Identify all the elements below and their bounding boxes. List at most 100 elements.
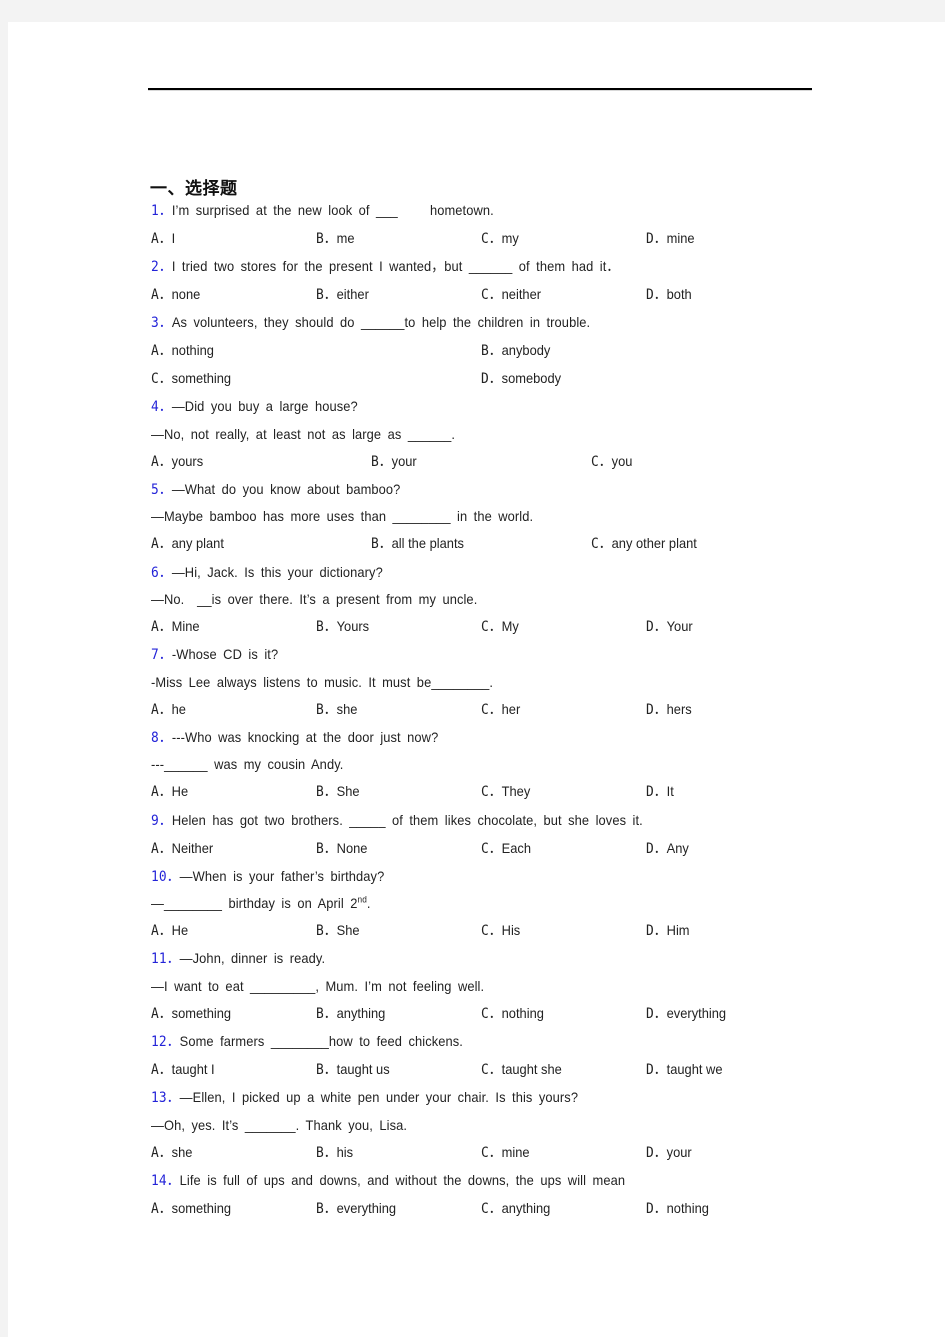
question-number: 1． — [151, 203, 172, 219]
question-text: —When is your father’s birthday? — [179, 868, 385, 884]
answer-option-b[interactable]: B．She — [316, 782, 360, 801]
answer-option-b[interactable]: B．anybody — [481, 341, 550, 360]
question-dialogue-line: —Maybe bamboo has more uses than _______… — [151, 507, 533, 525]
option-letter: B． — [316, 287, 337, 303]
option-text: anything — [501, 1200, 551, 1216]
option-text: you — [611, 453, 633, 469]
answer-option-c[interactable]: C．anything — [481, 1199, 550, 1218]
option-text: her — [501, 701, 521, 717]
answer-option-b[interactable]: B．anything — [316, 1004, 385, 1023]
question-number: 10． — [151, 869, 180, 885]
option-text: yours — [171, 453, 204, 469]
option-letter: B． — [316, 841, 337, 857]
answer-option-b[interactable]: B．his — [316, 1143, 353, 1162]
option-letter: C． — [591, 454, 612, 470]
answer-option-c[interactable]: C．My — [481, 617, 519, 636]
answer-option-a[interactable]: A．he — [151, 700, 186, 719]
option-text: Each — [501, 840, 532, 856]
answer-option-c[interactable]: C．taught she — [481, 1060, 562, 1079]
answer-option-a[interactable]: A．something — [151, 1004, 231, 1023]
answer-option-d[interactable]: D．Your — [646, 617, 693, 636]
answer-option-b[interactable]: B．your — [371, 452, 417, 471]
answer-option-c[interactable]: C．something — [151, 369, 231, 388]
option-letter: D． — [481, 371, 502, 387]
answer-option-d[interactable]: D．both — [646, 285, 692, 304]
answer-option-c[interactable]: C．her — [481, 700, 520, 719]
answer-option-c[interactable]: C．Each — [481, 839, 531, 858]
answer-option-c[interactable]: C．any other plant — [591, 534, 697, 553]
question-text: —What do you know about bamboo? — [171, 481, 401, 497]
option-letter: C． — [481, 702, 502, 718]
answer-option-c[interactable]: C．mine — [481, 1143, 530, 1162]
answer-option-d[interactable]: D．hers — [646, 700, 692, 719]
answer-option-a[interactable]: A．Neither — [151, 839, 213, 858]
answer-option-b[interactable]: B．taught us — [316, 1060, 390, 1079]
question-text: —Maybe bamboo has more uses than _______… — [151, 508, 534, 524]
question-number: 8． — [151, 730, 172, 746]
answer-option-a[interactable]: A．taught I — [151, 1060, 215, 1079]
answer-option-c[interactable]: C．neither — [481, 285, 541, 304]
option-letter: D． — [646, 619, 667, 635]
answer-option-a[interactable]: A．He — [151, 921, 188, 940]
option-text: hers — [666, 701, 692, 717]
answer-option-b[interactable]: B．me — [316, 229, 355, 248]
question-number: 4． — [151, 399, 172, 415]
option-letter: A． — [151, 784, 172, 800]
answer-option-d[interactable]: D．your — [646, 1143, 692, 1162]
answer-option-b[interactable]: B．she — [316, 700, 357, 719]
option-letter: B． — [316, 1201, 337, 1217]
option-letter: C． — [481, 1145, 502, 1161]
answer-option-c[interactable]: C．His — [481, 921, 520, 940]
answer-option-a[interactable]: A．none — [151, 285, 200, 304]
option-letter: A． — [151, 287, 172, 303]
answer-option-c[interactable]: C．They — [481, 782, 530, 801]
option-letter: A． — [151, 841, 172, 857]
answer-option-b[interactable]: B．either — [316, 285, 369, 304]
answer-option-b[interactable]: B．She — [316, 921, 360, 940]
option-text: She — [336, 922, 360, 938]
answer-option-a[interactable]: A．yours — [151, 452, 203, 471]
option-text: It — [666, 783, 674, 799]
option-text: None — [336, 840, 368, 856]
answer-option-d[interactable]: D．somebody — [481, 369, 561, 388]
question-number: 5． — [151, 482, 172, 498]
option-text: nothing — [666, 1200, 709, 1216]
answer-option-a[interactable]: A．she — [151, 1143, 192, 1162]
answer-option-d[interactable]: D．everything — [646, 1004, 726, 1023]
option-text: taught we — [666, 1061, 723, 1077]
option-text: Any — [666, 840, 689, 856]
answer-option-a[interactable]: A．Mine — [151, 617, 200, 636]
answer-option-d[interactable]: D．mine — [646, 229, 695, 248]
answer-option-d[interactable]: D．nothing — [646, 1199, 709, 1218]
answer-option-b[interactable]: B．Yours — [316, 617, 369, 636]
answer-option-b[interactable]: B．everything — [316, 1199, 396, 1218]
option-text: something — [171, 1005, 232, 1021]
answer-option-a[interactable]: A．nothing — [151, 341, 214, 360]
option-letter: B． — [481, 343, 502, 359]
answer-option-c[interactable]: C．my — [481, 229, 519, 248]
option-letter: D． — [646, 1062, 667, 1078]
answer-option-c[interactable]: C．you — [591, 452, 632, 471]
answer-option-d[interactable]: D．Any — [646, 839, 689, 858]
answer-option-a[interactable]: A．something — [151, 1199, 231, 1218]
question-dialogue-line: —Oh, yes. It’s _______. Thank you, Lisa. — [151, 1116, 407, 1134]
option-text: My — [501, 618, 519, 634]
option-text: Neither — [171, 840, 214, 856]
question-number: 2． — [151, 259, 172, 275]
answer-option-a[interactable]: A．I — [151, 229, 175, 248]
option-letter: B． — [316, 1062, 337, 1078]
question-text: —John, dinner is ready. — [179, 950, 326, 966]
answer-option-a[interactable]: A．any plant — [151, 534, 224, 553]
option-text: his — [336, 1144, 354, 1160]
answer-option-b[interactable]: B．all the plants — [371, 534, 464, 553]
answer-option-a[interactable]: A．He — [151, 782, 188, 801]
answer-option-d[interactable]: D．taught we — [646, 1060, 723, 1079]
option-letter: C． — [481, 619, 502, 635]
option-letter: A． — [151, 231, 172, 247]
answer-option-b[interactable]: B．None — [316, 839, 367, 858]
answer-option-d[interactable]: D．It — [646, 782, 674, 801]
answer-option-d[interactable]: D．Him — [646, 921, 690, 940]
question-text: —I want to eat _________, Mum. I’m not f… — [151, 978, 485, 994]
option-letter: C． — [151, 371, 172, 387]
answer-option-c[interactable]: C．nothing — [481, 1004, 544, 1023]
